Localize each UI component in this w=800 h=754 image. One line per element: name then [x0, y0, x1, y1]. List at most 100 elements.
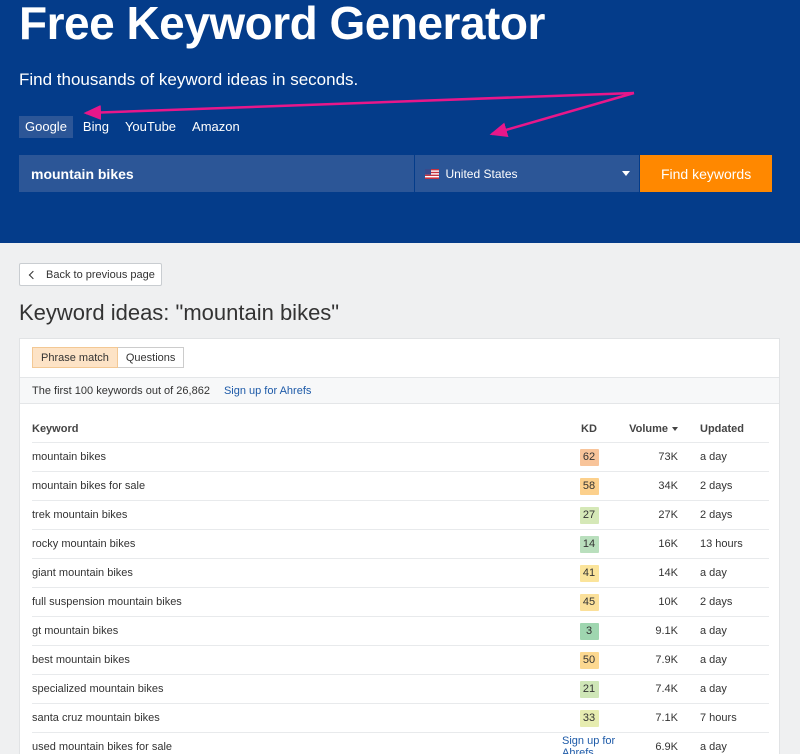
hero-banner: Free Keyword Generator Find thousands of… [0, 0, 800, 243]
kd-cell: 14 [562, 530, 616, 558]
keyword-cell[interactable]: giant mountain bikes [32, 559, 133, 587]
updated-cell: a day [700, 567, 727, 579]
table-header-row: Keyword KD Volume Updated [32, 415, 769, 443]
phrase-match-toggle[interactable]: Phrase match [32, 347, 118, 368]
updated-cell: 2 days [700, 596, 733, 608]
tab-youtube[interactable]: YouTube [119, 116, 182, 138]
keyword-cell[interactable]: santa cruz mountain bikes [32, 704, 160, 732]
header-volume[interactable]: Volume [626, 415, 678, 442]
volume-cell: 9.1K [655, 625, 678, 637]
header-keyword[interactable]: Keyword [32, 415, 78, 442]
kd-badge: 45 [579, 593, 599, 611]
page-subtitle: Find thousands of keyword ideas in secon… [19, 70, 359, 89]
keyword-cell[interactable]: mountain bikes for sale [32, 472, 145, 500]
country-label: United States [445, 166, 518, 181]
updated-cell: a day [700, 683, 727, 695]
updated-cell: a day [700, 625, 727, 637]
kd-cell: 3 [562, 617, 616, 645]
keyword-cell[interactable]: mountain bikes [32, 443, 106, 471]
search-bar: United States Find keywords [19, 155, 772, 192]
kd-badge: 41 [579, 564, 599, 582]
back-button[interactable]: Back to previous page [19, 263, 162, 286]
keyword-cell[interactable]: specialized mountain bikes [32, 675, 163, 703]
updated-cell: 7 hours [700, 712, 737, 724]
find-keywords-button[interactable]: Find keywords [640, 155, 772, 192]
keyword-cell[interactable]: rocky mountain bikes [32, 530, 135, 558]
kd-cell: 33 [562, 704, 616, 732]
table-row: giant mountain bikes 41 14K a day [32, 559, 769, 588]
table-row: specialized mountain bikes 21 7.4K a day [32, 675, 769, 704]
table-row: santa cruz mountain bikes 33 7.1K 7 hours [32, 704, 769, 733]
kd-cell: 45 [562, 588, 616, 616]
volume-cell: 16K [658, 538, 678, 550]
table-row: best mountain bikes 50 7.9K a day [32, 646, 769, 675]
kd-cell: 50 [562, 646, 616, 674]
volume-cell: 7.1K [655, 712, 678, 724]
us-flag-icon [425, 168, 440, 179]
keyword-ideas-heading: Keyword ideas: "mountain bikes" [19, 300, 340, 325]
match-type-toggle: Phrase match Questions [32, 347, 185, 368]
kd-badge: 50 [579, 651, 599, 669]
keyword-cell[interactable]: gt mountain bikes [32, 617, 118, 645]
results-count-text: The first 100 keywords out of 26,862 [32, 384, 210, 397]
updated-cell: 2 days [700, 509, 733, 521]
table-row: rocky mountain bikes 14 16K 13 hours [32, 530, 769, 559]
header-volume-label: Volume [629, 422, 668, 435]
annotation-arrow-down [489, 91, 635, 138]
table-row: mountain bikes for sale 58 34K 2 days [32, 472, 769, 501]
page-title: Free Keyword Generator [19, 0, 545, 49]
updated-cell: a day [700, 451, 727, 463]
table-row: mountain bikes 62 73K a day [32, 443, 769, 472]
keyword-cell[interactable]: full suspension mountain bikes [32, 588, 182, 616]
kd-cell: 58 [562, 472, 616, 500]
volume-cell: 7.4K [655, 683, 678, 695]
kd-badge: 21 [579, 680, 599, 698]
volume-cell: 34K [658, 480, 678, 492]
table-row: gt mountain bikes 3 9.1K a day [32, 617, 769, 646]
kd-badge: 62 [579, 448, 599, 466]
results-info-bar: The first 100 keywords out of 26,862 Sig… [20, 377, 779, 404]
kd-badge: 58 [579, 477, 599, 495]
updated-cell: a day [700, 741, 727, 753]
keyword-cell[interactable]: best mountain bikes [32, 646, 130, 674]
table-row: trek mountain bikes 27 27K 2 days [32, 501, 769, 530]
kd-cell: 27 [562, 501, 616, 529]
updated-cell: 2 days [700, 480, 733, 492]
annotation-arrow-left [83, 91, 635, 120]
volume-cell: 10K [658, 596, 678, 608]
chevron-down-icon [622, 171, 631, 176]
kd-signup-link[interactable]: Sign up for Ahrefs [562, 735, 626, 754]
search-engine-tabs: Google Bing YouTube Amazon [19, 116, 246, 138]
kd-cell: 62 [562, 443, 616, 471]
tab-amazon[interactable]: Amazon [186, 116, 246, 138]
chevron-left-icon [28, 270, 38, 279]
updated-cell: a day [700, 654, 727, 666]
tab-bing[interactable]: Bing [77, 116, 115, 138]
kd-cell: 21 [562, 675, 616, 703]
sort-desc-icon [672, 426, 678, 431]
volume-cell: 14K [658, 567, 678, 579]
volume-cell: 73K [658, 451, 678, 463]
volume-cell: 7.9K [655, 654, 678, 666]
country-select[interactable]: United States [414, 155, 640, 192]
kd-badge: 27 [579, 506, 599, 524]
kd-badge: 14 [579, 535, 599, 553]
keyword-table: Keyword KD Volume Updated mountain bikes… [32, 415, 769, 754]
keyword-cell[interactable]: trek mountain bikes [32, 501, 127, 529]
table-row: full suspension mountain bikes 45 10K 2 day… [32, 588, 769, 617]
header-kd[interactable]: KD [562, 415, 616, 442]
updated-cell: 13 hours [700, 538, 743, 550]
table-row: used mountain bikes for sale Sign up for … [32, 733, 769, 754]
signup-link[interactable]: Sign up for Ahrefs [224, 385, 311, 397]
kd-cell: 41 [562, 559, 616, 587]
volume-cell: 27K [658, 509, 678, 521]
back-button-label: Back to previous page [46, 268, 155, 281]
keyword-cell[interactable]: used mountain bikes for sale [32, 733, 172, 754]
questions-toggle[interactable]: Questions [117, 347, 185, 368]
tab-google[interactable]: Google [19, 116, 73, 138]
kd-cell: Sign up for Ahrefs [562, 733, 616, 754]
header-updated[interactable]: Updated [700, 415, 744, 442]
kd-badge: 33 [579, 709, 599, 727]
keyword-search-input[interactable] [19, 155, 415, 192]
volume-cell: 6.9K [655, 741, 678, 753]
